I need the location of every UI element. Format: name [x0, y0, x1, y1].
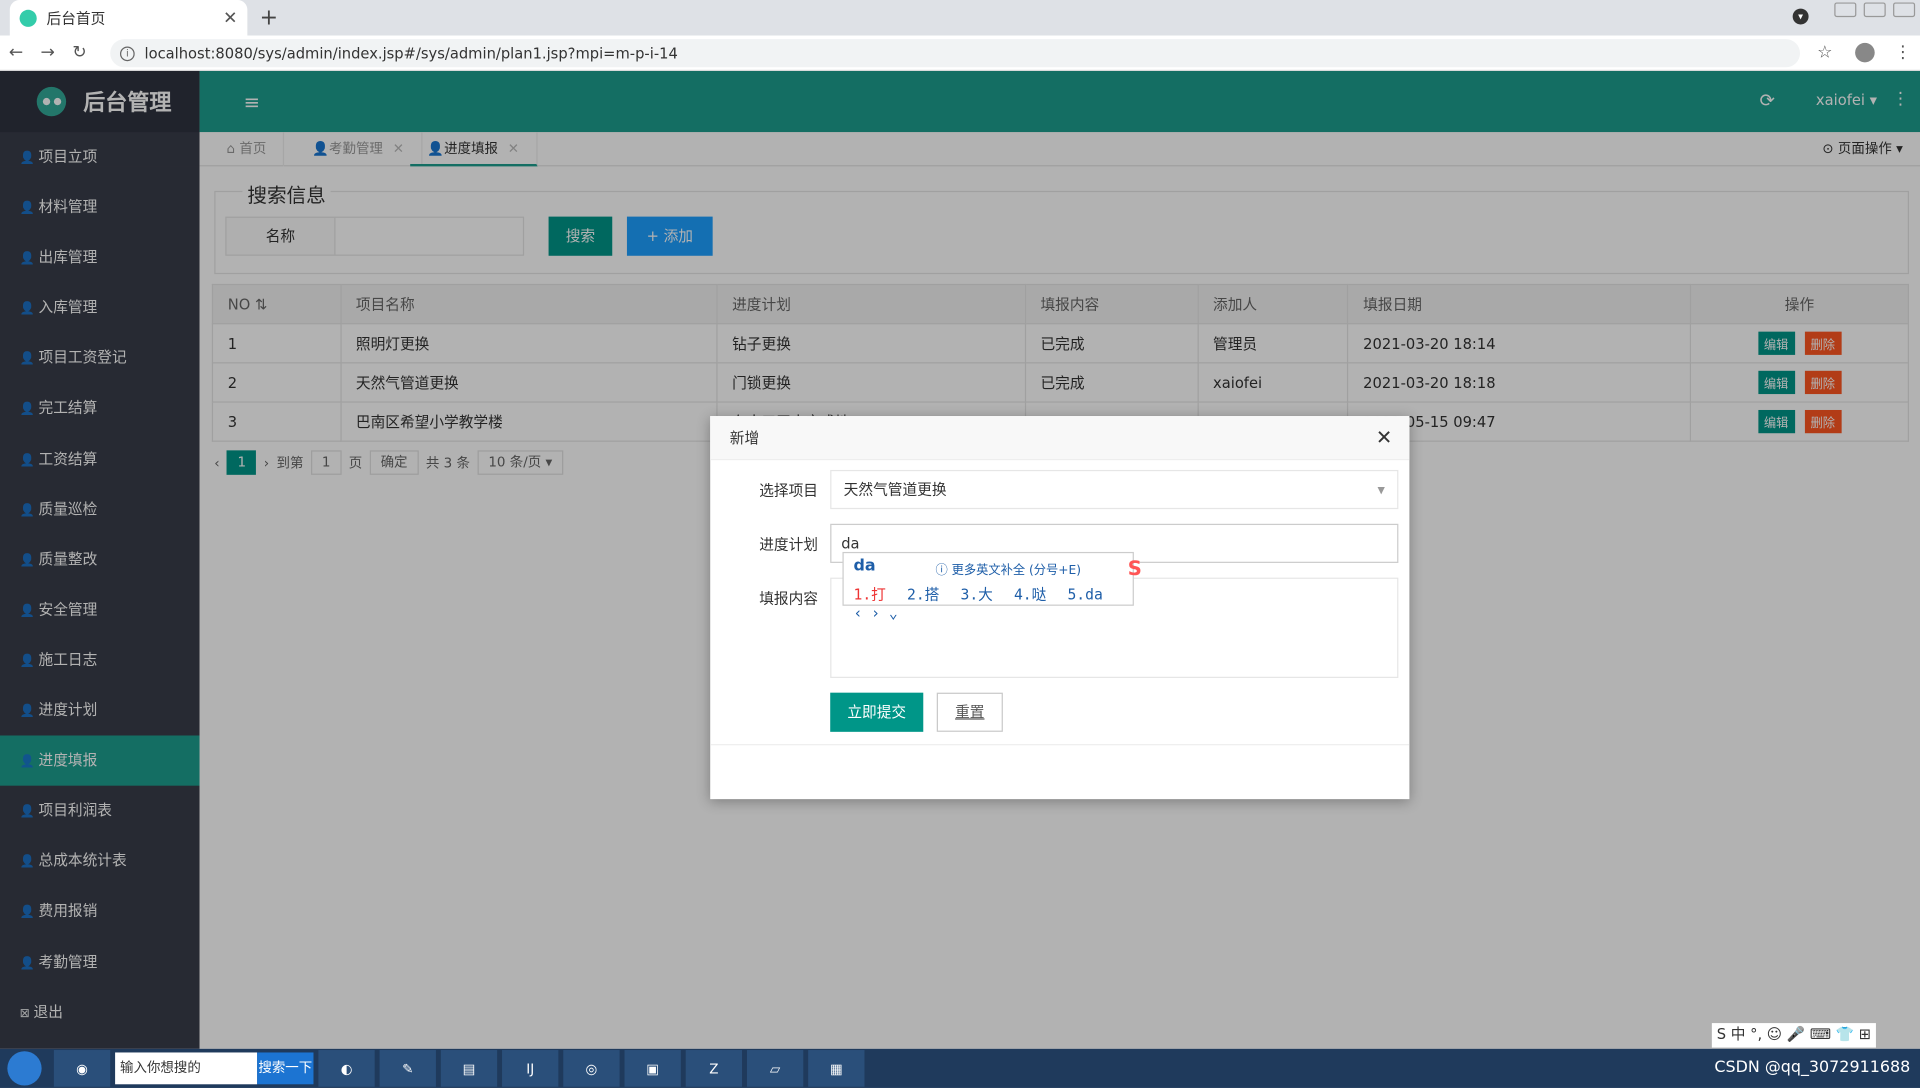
ime-candidate[interactable]: 3.大	[960, 586, 992, 603]
submit-button[interactable]: 立即提交	[830, 692, 924, 732]
ime-candidate[interactable]: 1.打	[853, 586, 885, 603]
ime-candidate[interactable]: 4.哒	[1014, 586, 1046, 603]
project-label: 选择项目	[759, 482, 818, 500]
taskbar-search-button[interactable]: 搜索一下	[257, 1052, 314, 1085]
folder-icon[interactable]: ▤	[440, 1050, 498, 1087]
favicon-icon	[19, 9, 37, 27]
ime-pinyin: da	[853, 556, 876, 576]
url-text: localhost:8080/sys/admin/index.jsp#/sys/…	[144, 44, 678, 62]
close-window-icon[interactable]	[1893, 2, 1916, 18]
browser-tabbar: 后台首页 ✕ + ▾	[0, 0, 1920, 36]
close-icon[interactable]: ✕	[1376, 426, 1392, 449]
sogou-icon: S	[1091, 556, 1142, 580]
minimize-icon[interactable]	[1834, 2, 1857, 18]
app-icon[interactable]: ◉	[53, 1050, 111, 1087]
back-icon[interactable]: ←	[0, 43, 32, 63]
plan-label: 进度计划	[759, 536, 818, 554]
filezilla-icon[interactable]: Z	[685, 1050, 743, 1087]
profile-icon[interactable]	[1855, 42, 1875, 63]
content-label: 填报内容	[759, 589, 818, 608]
forward-icon[interactable]: →	[32, 43, 64, 63]
ime-candidates: 1.打 2.搭 3.大 4.哒 5.da ‹ › ⌄	[853, 584, 1132, 622]
dialog-divider	[710, 744, 1410, 746]
start-button[interactable]	[0, 1049, 49, 1088]
browser-menu-icon[interactable]: ⋮	[1894, 43, 1911, 63]
app-icon[interactable]: ✎	[379, 1050, 436, 1087]
browser-tab[interactable]: 后台首页 ✕	[9, 0, 248, 36]
url-field[interactable]: i localhost:8080/sys/admin/index.jsp#/sy…	[110, 39, 1801, 68]
taskbar: ◉ 输入你想搜的 搜索一下 ◐ ✎ ▤ IJ ◎ ▣ Z ▱ ▦ CSDN @q…	[0, 1048, 1920, 1088]
chevron-down-icon: ▾	[1377, 480, 1385, 499]
taskbar-search-input[interactable]: 输入你想搜的	[115, 1052, 258, 1085]
ime-hint: ⓘ 更多英文补全 (分号+E)	[935, 564, 1082, 578]
reset-button[interactable]: 重置	[936, 692, 1003, 732]
restore-icon[interactable]	[1863, 2, 1886, 18]
chrome-icon[interactable]: ◎	[563, 1050, 620, 1087]
address-bar-row: ← → ↻ i localhost:8080/sys/admin/index.j…	[0, 35, 1920, 71]
app-icon[interactable]: ▦	[808, 1050, 865, 1087]
ime-candidate[interactable]: 2.搭	[907, 586, 939, 603]
close-tab-icon[interactable]: ✕	[223, 8, 237, 28]
window-controls	[1834, 2, 1916, 18]
watermark: CSDN @qq_3072911688	[1714, 1058, 1911, 1077]
ime-candidate[interactable]: 5.da	[1067, 586, 1102, 603]
site-info-icon[interactable]: i	[120, 45, 135, 61]
folder-icon[interactable]: ▱	[746, 1050, 804, 1087]
dialog-title: 新增	[710, 416, 1410, 461]
app-icon[interactable]: ▣	[624, 1050, 681, 1087]
new-tab-icon[interactable]: +	[260, 5, 278, 31]
project-select[interactable]: 天然气管道更换 ▾	[830, 469, 1399, 510]
ime-candidate-popup: da ⓘ 更多英文补全 (分号+E) S 1.打 2.搭 3.大 4.哒 5.d…	[842, 551, 1142, 622]
tab-search-icon[interactable]: ▾	[1792, 8, 1809, 25]
ime-toolbar[interactable]: S 中 °, ☺ 🎤 ⌨ 👕 ⊞	[1711, 1023, 1876, 1048]
intellij-icon[interactable]: IJ	[502, 1050, 559, 1087]
browser-tab-title: 后台首页	[46, 9, 106, 27]
reload-icon[interactable]: ↻	[64, 43, 96, 63]
overlay-top	[0, 70, 1920, 167]
firefox-icon[interactable]: ◐	[318, 1050, 375, 1087]
ime-next-icon[interactable]: ‹ › ⌄	[853, 605, 897, 622]
bookmark-star-icon[interactable]: ☆	[1817, 43, 1832, 63]
